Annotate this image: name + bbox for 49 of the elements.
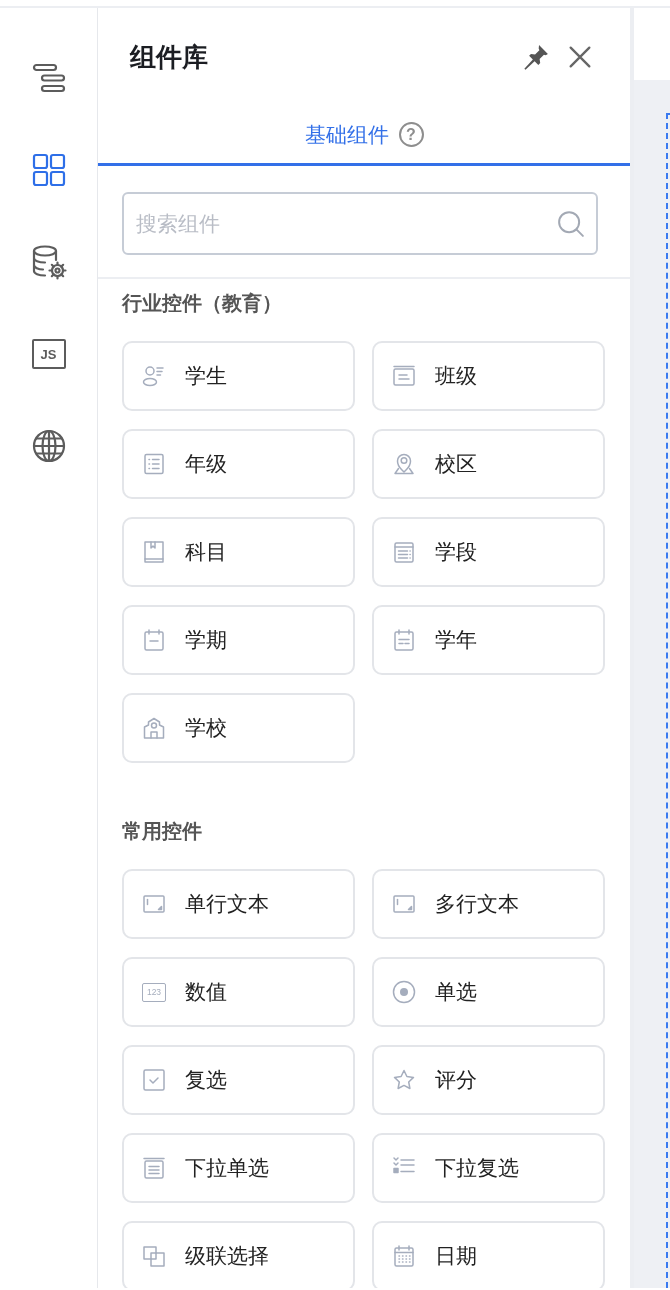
component-tile[interactable]: 单行文本: [122, 869, 355, 939]
component-tile[interactable]: 123 数值: [122, 957, 355, 1027]
tab[interactable]: 基础组件 ?: [98, 106, 630, 166]
pushpin-icon: [522, 43, 550, 71]
calendar-icon: [392, 1244, 416, 1268]
dropdown-icon: [142, 1156, 166, 1180]
component-tile[interactable]: 校区: [372, 429, 605, 499]
globe-icon: [30, 428, 67, 464]
sidebar-tab[interactable]: JS: [24, 330, 73, 378]
document-icon: [392, 540, 416, 564]
person-list-icon: [142, 364, 166, 388]
location-pin-icon: [392, 452, 416, 476]
component-tile[interactable]: 下拉单选: [122, 1133, 355, 1203]
building-icon: [142, 716, 166, 740]
component-tile[interactable]: 下拉复选: [372, 1133, 605, 1203]
calendar-icon: [142, 628, 166, 652]
component-tile[interactable]: 单选: [372, 957, 605, 1027]
list-icon: [142, 452, 166, 476]
radio-icon: [392, 980, 416, 1004]
component-tile[interactable]: 班级: [372, 341, 605, 411]
component-tile[interactable]: 日期: [372, 1221, 605, 1288]
text-input-icon: [142, 892, 166, 916]
pin-button[interactable]: [522, 43, 550, 71]
component-tile[interactable]: 复选: [122, 1045, 355, 1115]
book-icon: [142, 540, 166, 564]
component-tile[interactable]: 学段: [372, 517, 605, 587]
component-tile[interactable]: 评分: [372, 1045, 605, 1115]
signboard-icon: [392, 364, 416, 388]
checkbox-icon: [142, 1068, 166, 1092]
component-tile[interactable]: 学生: [122, 341, 355, 411]
star-icon: [392, 1068, 416, 1092]
component-tile[interactable]: 年级: [122, 429, 355, 499]
number-icon: 123: [142, 982, 166, 1002]
overlapping-squares-icon: [142, 1244, 166, 1268]
component-tile[interactable]: 多行文本: [372, 869, 605, 939]
js-icon: JS: [31, 339, 66, 369]
component-tile[interactable]: 学年: [372, 605, 605, 675]
component-tile[interactable]: 学期: [122, 605, 355, 675]
database-gear-icon: [30, 244, 67, 280]
component-tile[interactable]: 科目: [122, 517, 355, 587]
grid-icon: [30, 152, 67, 188]
component-tile[interactable]: 级联选择: [122, 1221, 355, 1288]
panel-title: 组件库: [130, 40, 208, 74]
calendar-icon: [392, 628, 416, 652]
text-input-icon: [392, 892, 416, 916]
section-heading: 行业控件（教育）: [122, 291, 283, 316]
search-field[interactable]: 搜索组件: [122, 192, 598, 255]
section-heading: 常用控件: [122, 819, 203, 844]
component-tile[interactable]: 学校: [122, 693, 355, 763]
